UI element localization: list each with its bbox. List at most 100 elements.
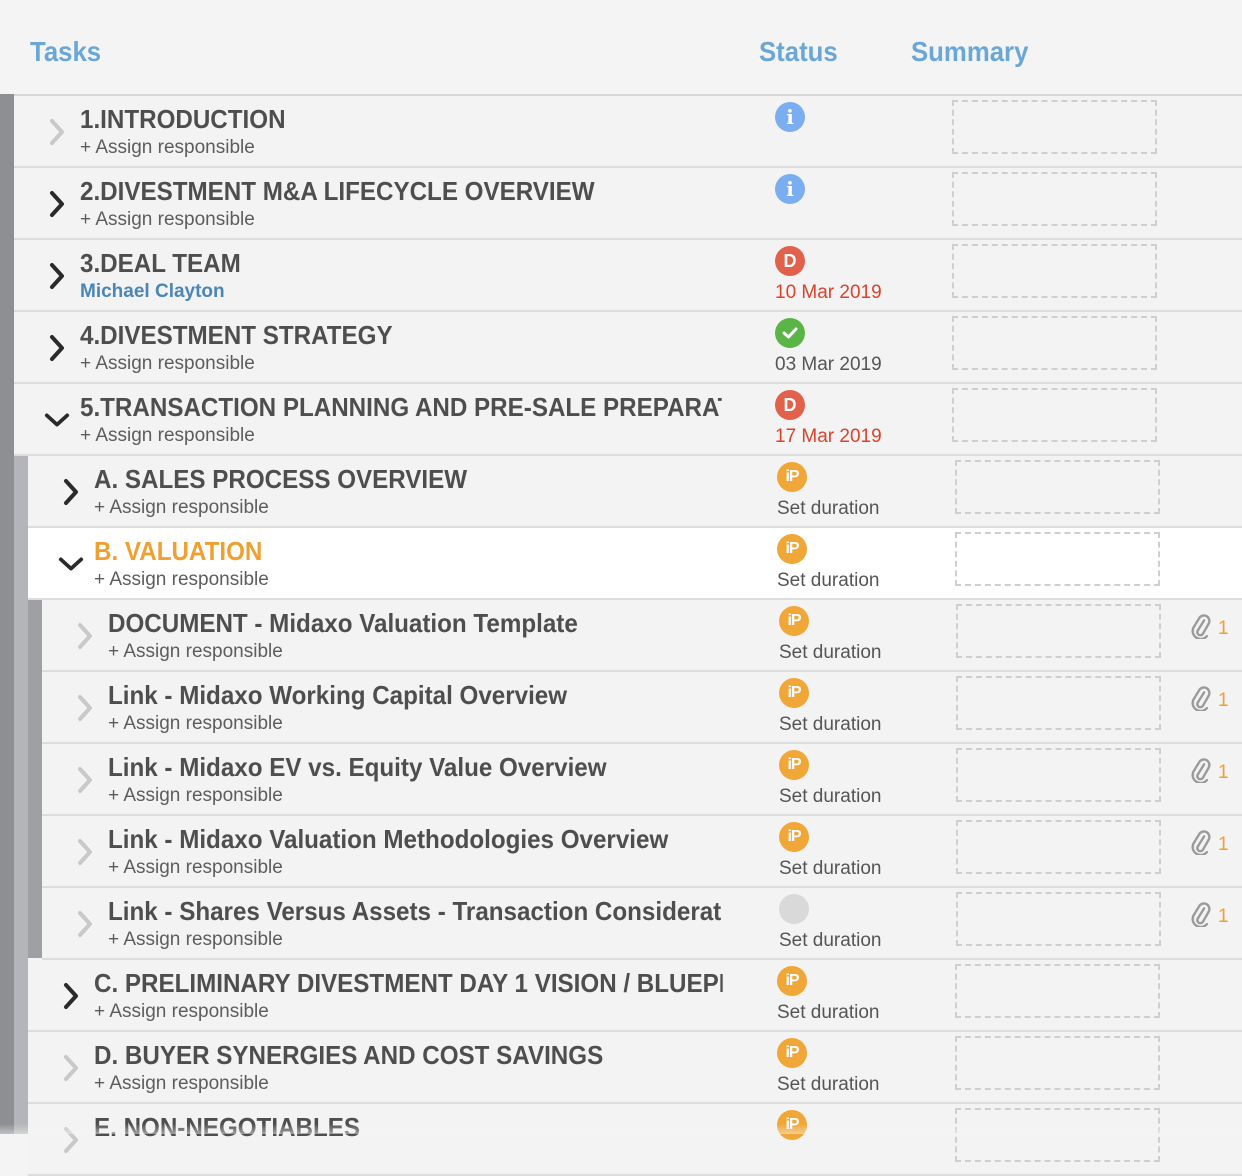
set-duration-link[interactable]: Set duration: [777, 570, 879, 592]
summary-input-box[interactable]: [956, 604, 1161, 658]
task-row[interactable]: 4.DIVESTMENT STRATEGY + Assign responsibl…: [14, 312, 1242, 384]
task-title[interactable]: 3.DEAL TEAM: [80, 248, 722, 279]
attachment-indicator[interactable]: 1: [1190, 685, 1229, 717]
assign-responsible-link[interactable]: + Assign responsible: [94, 569, 269, 591]
task-title[interactable]: Link - Midaxo Working Capital Overview: [108, 680, 722, 711]
assign-responsible-link[interactable]: + Assign responsible: [80, 137, 255, 159]
assign-responsible-link[interactable]: + Assign responsible: [80, 425, 255, 447]
set-duration-link[interactable]: Set duration: [779, 786, 881, 808]
status-column-header[interactable]: Status: [759, 36, 838, 68]
task-row[interactable]: 1.INTRODUCTION + Assign responsible i: [14, 96, 1242, 168]
task-row[interactable]: C. PRELIMINARY DIVESTMENT DAY 1 VISION /…: [28, 960, 1242, 1032]
summary-input-box[interactable]: [956, 892, 1161, 946]
task-row[interactable]: 2.DIVESTMENT M&A LIFECYCLE OVERVIEW + Ass…: [14, 168, 1242, 240]
summary-input-box[interactable]: [955, 1036, 1160, 1090]
responsible-person-link[interactable]: Michael Clayton: [80, 281, 225, 303]
summary-input-box[interactable]: [955, 460, 1160, 514]
in-progress-status-icon[interactable]: iP: [779, 750, 809, 780]
summary-input-box[interactable]: [956, 748, 1161, 802]
expand-chevron-icon[interactable]: [72, 620, 98, 652]
summary-column-header[interactable]: Summary: [911, 36, 1028, 68]
task-row[interactable]: 3.DEAL TEAM Michael Clayton D 10 Mar 2019: [14, 240, 1242, 312]
assign-responsible-link[interactable]: + Assign responsible: [108, 929, 283, 951]
in-progress-status-icon[interactable]: iP: [779, 822, 809, 852]
expand-chevron-icon[interactable]: [72, 908, 98, 940]
expand-chevron-icon[interactable]: [58, 980, 84, 1012]
task-title[interactable]: B. VALUATION: [94, 536, 723, 567]
summary-input-box[interactable]: [955, 1108, 1160, 1162]
not-started-status-icon[interactable]: [779, 894, 809, 924]
summary-input-box[interactable]: [956, 676, 1161, 730]
task-row[interactable]: D. BUYER SYNERGIES AND COST SAVINGS + Ass…: [28, 1032, 1242, 1104]
task-title[interactable]: 1.INTRODUCTION: [80, 104, 722, 135]
set-duration-link[interactable]: Set duration: [779, 930, 881, 952]
summary-input-box[interactable]: [952, 388, 1157, 442]
task-title[interactable]: Link - Midaxo EV vs. Equity Value Overvi…: [108, 752, 722, 783]
summary-input-box[interactable]: [956, 820, 1161, 874]
task-row[interactable]: B. VALUATION + Assign responsible iP Set du…: [28, 528, 1242, 600]
expand-chevron-icon[interactable]: [72, 764, 98, 796]
assign-responsible-link[interactable]: + Assign responsible: [80, 209, 255, 231]
due-status-icon[interactable]: D: [775, 390, 805, 420]
task-row[interactable]: E. NON-NEGOTIABLESiP: [28, 1104, 1242, 1176]
attachment-indicator[interactable]: 1: [1190, 613, 1229, 645]
summary-input-box[interactable]: [955, 532, 1160, 586]
in-progress-status-icon[interactable]: iP: [777, 1038, 807, 1068]
set-duration-link[interactable]: Set duration: [777, 1002, 879, 1024]
in-progress-status-icon[interactable]: iP: [779, 678, 809, 708]
task-row[interactable]: 5.TRANSACTION PLANNING AND PRE-SALE PREP…: [14, 384, 1242, 456]
expand-chevron-icon[interactable]: [44, 260, 70, 292]
task-row[interactable]: Link - Shares Versus Assets - Transactio…: [42, 888, 1242, 960]
task-title[interactable]: Link - Midaxo Valuation Methodologies Ov…: [108, 824, 722, 855]
check-status-icon[interactable]: [775, 318, 805, 348]
assign-responsible-link[interactable]: + Assign responsible: [94, 1001, 269, 1023]
task-title[interactable]: Link - Shares Versus Assets - Transactio…: [108, 896, 722, 927]
in-progress-status-icon[interactable]: iP: [777, 462, 807, 492]
task-title[interactable]: C. PRELIMINARY DIVESTMENT DAY 1 VISION /…: [94, 968, 723, 999]
summary-input-box[interactable]: [952, 100, 1157, 154]
set-duration-link[interactable]: Set duration: [779, 858, 881, 880]
task-title[interactable]: 5.TRANSACTION PLANNING AND PRE-SALE PREP…: [80, 392, 722, 423]
summary-input-box[interactable]: [955, 964, 1160, 1018]
info-status-icon[interactable]: i: [775, 174, 805, 204]
due-status-icon[interactable]: D: [775, 246, 805, 276]
expand-chevron-icon[interactable]: [44, 188, 70, 220]
set-duration-link[interactable]: Set duration: [777, 498, 879, 520]
assign-responsible-link[interactable]: + Assign responsible: [108, 641, 283, 663]
task-title[interactable]: A. SALES PROCESS OVERVIEW: [94, 464, 723, 495]
in-progress-status-icon[interactable]: iP: [777, 534, 807, 564]
collapse-chevron-icon[interactable]: [58, 548, 84, 580]
assign-responsible-link[interactable]: + Assign responsible: [108, 713, 283, 735]
attachment-indicator[interactable]: 1: [1190, 901, 1229, 933]
tasks-column-header[interactable]: Tasks: [30, 36, 101, 68]
attachment-indicator[interactable]: 1: [1190, 757, 1229, 789]
in-progress-status-icon[interactable]: iP: [777, 966, 807, 996]
assign-responsible-link[interactable]: + Assign responsible: [108, 785, 283, 807]
assign-responsible-link[interactable]: + Assign responsible: [108, 857, 283, 879]
set-duration-link[interactable]: Set duration: [779, 642, 881, 664]
in-progress-status-icon[interactable]: iP: [779, 606, 809, 636]
expand-chevron-icon[interactable]: [44, 332, 70, 364]
expand-chevron-icon[interactable]: [58, 476, 84, 508]
assign-responsible-link[interactable]: + Assign responsible: [94, 1073, 269, 1095]
expand-chevron-icon[interactable]: [44, 116, 70, 148]
task-row[interactable]: Link - Midaxo Working Capital Overview + …: [42, 672, 1242, 744]
task-title[interactable]: DOCUMENT - Midaxo Valuation Template: [108, 608, 722, 639]
task-title[interactable]: 2.DIVESTMENT M&A LIFECYCLE OVERVIEW: [80, 176, 722, 207]
task-row[interactable]: A. SALES PROCESS OVERVIEW + Assign respon…: [28, 456, 1242, 528]
summary-input-box[interactable]: [952, 172, 1157, 226]
expand-chevron-icon[interactable]: [72, 836, 98, 868]
expand-chevron-icon[interactable]: [58, 1052, 84, 1084]
task-row[interactable]: Link - Midaxo EV vs. Equity Value Overvi…: [42, 744, 1242, 816]
summary-input-box[interactable]: [952, 316, 1157, 370]
assign-responsible-link[interactable]: + Assign responsible: [94, 497, 269, 519]
set-duration-link[interactable]: Set duration: [779, 714, 881, 736]
collapse-chevron-icon[interactable]: [44, 404, 70, 436]
summary-input-box[interactable]: [952, 244, 1157, 298]
attachment-indicator[interactable]: 1: [1190, 829, 1229, 861]
task-title[interactable]: D. BUYER SYNERGIES AND COST SAVINGS: [94, 1040, 723, 1071]
task-row[interactable]: DOCUMENT - Midaxo Valuation Template + As…: [42, 600, 1242, 672]
assign-responsible-link[interactable]: + Assign responsible: [80, 353, 255, 375]
info-status-icon[interactable]: i: [775, 102, 805, 132]
expand-chevron-icon[interactable]: [72, 692, 98, 724]
